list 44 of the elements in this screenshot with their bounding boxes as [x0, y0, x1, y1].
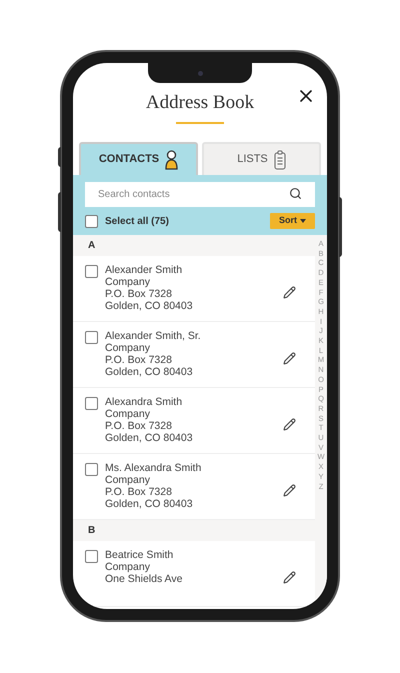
section-header: B: [73, 520, 315, 541]
contact-name: Alexander Smith, Sr.: [105, 330, 202, 342]
contact-detail: Company: [105, 342, 151, 354]
contact-detail: Company: [105, 474, 151, 486]
edit-button[interactable]: [281, 284, 297, 300]
edit-button[interactable]: [281, 350, 297, 366]
select-all-label: Select all (75): [105, 214, 170, 228]
contact-detail: Company: [105, 561, 151, 573]
page-title: Address Book: [146, 91, 254, 115]
contact-name: Alexandra Smith: [105, 396, 184, 408]
contact-name: Beatrice Smith: [105, 549, 174, 561]
search-field[interactable]: Search contacts: [85, 182, 315, 207]
contact-detail: Golden, CO 80403: [105, 366, 194, 378]
checkbox[interactable]: [85, 265, 98, 278]
contact-detail: P.O. Box 7328: [105, 420, 173, 432]
contact-detail: Golden, CO 80403: [105, 498, 194, 510]
edit-button[interactable]: [281, 482, 297, 498]
search-icon: [289, 187, 302, 200]
contact-detail: One Shields Ave: [105, 573, 184, 585]
contact-detail: P.O. Box 7328: [105, 288, 173, 300]
title-underline: [176, 122, 224, 124]
checkbox[interactable]: [85, 463, 98, 476]
tab[interactable]: LISTS: [202, 142, 321, 175]
tab[interactable]: CONTACTS: [79, 142, 198, 175]
checkbox[interactable]: [85, 397, 98, 410]
section-header: A: [73, 235, 315, 256]
checkbox[interactable]: [85, 331, 98, 344]
checkbox[interactable]: [85, 550, 98, 563]
contact-name: Ms. Alexandra Smith: [105, 462, 202, 474]
contact-detail: Golden, CO 80403: [105, 432, 194, 444]
camera-icon: [198, 70, 202, 76]
person-icon: [165, 150, 178, 170]
caret-icon: [300, 219, 306, 223]
edit-button[interactable]: [281, 416, 297, 432]
contact-detail: Company: [105, 408, 151, 420]
sort-button[interactable]: Sort: [270, 213, 315, 229]
edit-button[interactable]: [281, 570, 297, 586]
contact-detail: P.O. Box 7328: [105, 354, 173, 366]
clipboard-icon: [274, 150, 286, 170]
contact-name: Alexander Smith: [105, 264, 184, 276]
contact-detail: Company: [105, 276, 151, 288]
checkbox[interactable]: [85, 214, 98, 228]
contact-detail: P.O. Box 7328: [105, 486, 173, 498]
contact-detail: Golden, CO 80403: [105, 300, 194, 312]
